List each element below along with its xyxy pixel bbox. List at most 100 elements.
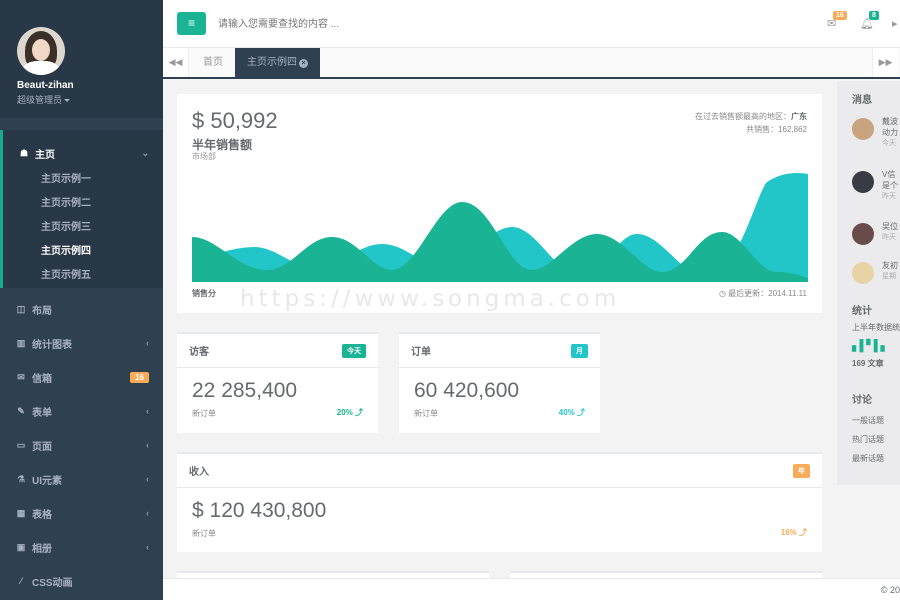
discuss-link-hot[interactable]: 热门话题 xyxy=(837,434,884,445)
orders-card: 订单 月 60 420,600 新订单 40% ⤴ xyxy=(399,332,600,433)
visitors-card: 访客 今天 22 285,400 新订单 20% ⤴ xyxy=(177,332,378,433)
visitors-period-badge: 今天 xyxy=(342,343,366,358)
bottom-card-right xyxy=(510,571,822,578)
forward-icon: ▶▶ xyxy=(878,57,893,67)
close-tab-icon[interactable]: × xyxy=(299,59,308,68)
columns-icon: ◫ xyxy=(16,303,26,314)
user-name[interactable]: Beaut-zihan xyxy=(17,80,163,91)
user-role-dropdown[interactable]: 超级管理员 xyxy=(17,93,163,106)
income-header: 收入 年 xyxy=(177,454,822,488)
chevron-left-icon: ‹ xyxy=(146,474,149,484)
stats-title: 统计 xyxy=(852,306,872,317)
nav-item-gallery[interactable]: ▣ 相册 ‹ xyxy=(0,530,163,564)
home-icon: ☗ xyxy=(19,147,29,158)
income-period-badge: 年 xyxy=(793,463,810,478)
sales-area-chart xyxy=(192,172,808,282)
nav-item-forms[interactable]: ✎ 表单 ‹ xyxy=(0,394,163,428)
chevron-left-icon: ‹ xyxy=(146,508,149,518)
avatar[interactable] xyxy=(17,27,65,75)
nav-item-layout[interactable]: ◫ 布局 xyxy=(0,292,163,326)
edit-icon: ✎ xyxy=(17,405,25,416)
nav-sub-home-2[interactable]: 主页示例二 xyxy=(3,192,163,216)
sales-dept: 市场部 xyxy=(192,152,216,161)
notification-count-badge: 8 xyxy=(869,11,879,20)
income-sub: 新订单 xyxy=(192,529,216,538)
nav-item-ui-elements[interactable]: ⚗ UI元素 ‹ xyxy=(0,462,163,496)
bottom-card-left xyxy=(177,571,489,578)
nav-sub-home-4[interactable]: 主页示例四 xyxy=(3,240,163,264)
nav-item-pages[interactable]: ▭ 页面 ‹ xyxy=(0,428,163,462)
chevron-down-icon: ⌄ xyxy=(141,147,149,158)
copyright: © 20 xyxy=(880,585,900,595)
chevron-left-icon: ‹ xyxy=(146,440,149,450)
visitors-sub: 新订单 xyxy=(192,409,216,418)
nav-item-mailbox[interactable]: ✉ 信箱 16 xyxy=(0,360,163,394)
avatar xyxy=(852,118,874,140)
flask-icon: ⚗ xyxy=(16,473,26,484)
nav-sub-home-5[interactable]: 主页示例五 xyxy=(3,264,163,288)
stats-text: 上半年数据统 xyxy=(852,323,900,332)
orders-header: 订单 月 xyxy=(399,334,600,368)
nav-sub-home-1[interactable]: 主页示例一 xyxy=(3,168,163,192)
tab-home-example-4[interactable]: 主页示例四 × xyxy=(235,48,320,77)
main-content: $ 50,992 半年销售额 市场部 在过去销售额最高的地区：广东 共销售：16… xyxy=(163,81,836,578)
income-title: 收入 xyxy=(189,467,209,478)
backward-icon: ◀◀ xyxy=(168,57,183,67)
nav-item-css-animation[interactable]: ⁄ CSS动画 xyxy=(0,564,163,598)
nav-item-charts[interactable]: ▥ 统计图表 ‹ xyxy=(0,326,163,360)
orders-period-badge: 月 xyxy=(571,343,588,358)
chart-series-green xyxy=(192,202,808,282)
articles-count: 169 文章 xyxy=(852,359,884,368)
top-bar: ≡ ✉ 16 🔔︎ 8 ▸ xyxy=(163,0,900,48)
picture-icon: ▣ xyxy=(16,541,26,552)
visitors-title: 访客 xyxy=(189,347,209,358)
sparkline-icon: ▖▌▘▌▖ xyxy=(852,340,889,352)
avatar xyxy=(852,223,874,245)
nav-home-section: ☗ 主页 ⌄ 主页示例一 主页示例二 主页示例三 主页示例四 主页示例五 xyxy=(0,130,163,288)
nav-item-home[interactable]: ☗ 主页 ⌄ xyxy=(3,138,163,168)
search-input[interactable] xyxy=(218,14,618,34)
tab-home[interactable]: 首页 xyxy=(191,48,235,77)
nav-sub-home-3[interactable]: 主页示例三 xyxy=(3,216,163,240)
discuss-title: 讨论 xyxy=(852,395,872,406)
messages-title: 消息 xyxy=(852,95,872,106)
desktop-icon: ▭ xyxy=(16,439,26,450)
tabs-bar: ◀◀ 首页 主页示例四 × ▶▶ xyxy=(163,48,900,79)
discuss-link-latest[interactable]: 最新话题 xyxy=(837,453,884,464)
nav-item-tables[interactable]: ▦ 表格 ‹ xyxy=(0,496,163,530)
sales-region-info: 在过去销售额最高的地区：广东 共销售：162,862 xyxy=(695,112,807,134)
bar-chart-icon: ▥ xyxy=(16,337,26,348)
last-updated: ◷ 最后更新：2014.11.11 xyxy=(718,289,807,298)
caret-down-icon xyxy=(64,99,71,103)
menu-toggle-button[interactable]: ≡ xyxy=(177,12,206,35)
orders-title: 订单 xyxy=(411,347,431,358)
visitors-value: 22 285,400 xyxy=(192,379,298,402)
discuss-link-general[interactable]: 一般话题 xyxy=(837,415,884,426)
income-percent: 16% ⤴ xyxy=(780,528,807,537)
avatar xyxy=(852,171,874,193)
tabs-scroll-left-button[interactable]: ◀◀ xyxy=(163,48,189,77)
sidebar: Beaut-zihan 超级管理员 ☗ 主页 ⌄ 主页示例一 主页示例二 主页示… xyxy=(0,0,163,600)
footer: © 20 xyxy=(163,578,900,600)
magic-icon: ⁄ xyxy=(20,576,22,586)
visitors-percent: 20% ⤴ xyxy=(336,408,363,417)
sales-card: $ 50,992 半年销售额 市场部 在过去销售额最高的地区：广东 共销售：16… xyxy=(177,94,822,313)
orders-percent: 40% ⤴ xyxy=(558,408,585,417)
avatar xyxy=(852,262,874,284)
sales-amount: $ 50,992 xyxy=(192,108,278,133)
mail-count-badge: 16 xyxy=(833,11,847,20)
chevron-left-icon: ‹ xyxy=(146,338,149,348)
table-icon: ▦ xyxy=(16,507,26,518)
truck-icon[interactable]: ▸ xyxy=(892,17,898,30)
orders-value: 60 420,600 xyxy=(414,379,520,402)
nav-list: ◫ 布局 ▥ 统计图表 ‹ ✉ 信箱 16 ✎ 表单 ‹ ▭ 页面 ‹ ⚗ UI… xyxy=(0,292,163,598)
orders-sub: 新订单 xyxy=(414,409,438,418)
mailbox-count-badge: 16 xyxy=(130,371,149,383)
bars-icon: ≡ xyxy=(187,16,195,30)
profile-panel: Beaut-zihan 超级管理员 xyxy=(0,0,163,118)
chevron-left-icon: ‹ xyxy=(146,542,149,552)
sales-foot-label: 销售分 xyxy=(192,289,216,298)
tabs-scroll-right-button[interactable]: ▶▶ xyxy=(872,48,898,77)
chevron-left-icon: ‹ xyxy=(146,406,149,416)
visitors-header: 访客 今天 xyxy=(177,334,378,368)
